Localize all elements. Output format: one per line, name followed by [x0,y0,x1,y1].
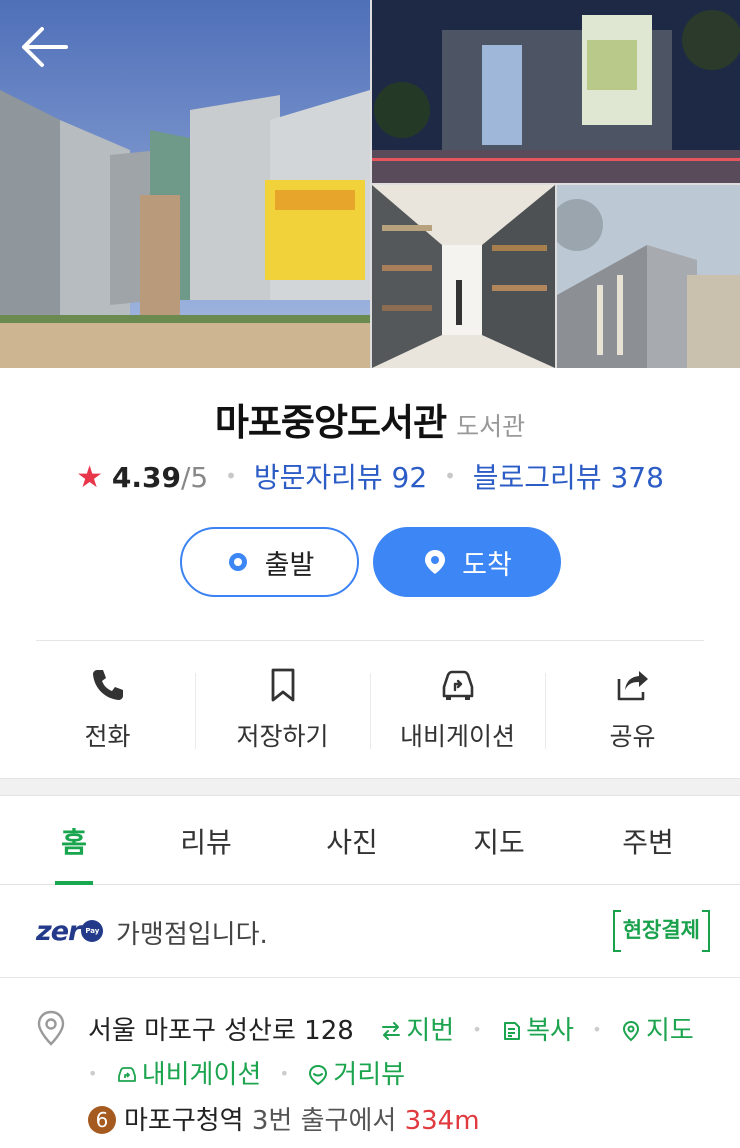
location-pin-icon [425,550,446,574]
tab-reviews[interactable]: 리뷰 [161,821,251,861]
subway-line-badge: 6 [88,1106,116,1134]
depart-label: 출발 [264,549,315,581]
separator-dot: • [88,1064,98,1083]
separator-dot: • [444,464,456,488]
phone-icon [92,670,123,700]
tab-photos[interactable]: 사진 [307,821,397,861]
separator-dot: • [592,1020,602,1039]
tab-map[interactable]: 지도 [454,821,544,861]
back-button[interactable] [20,24,70,70]
zeropay-row: zer Pay 가맹점입니다. 현장결제 [0,886,740,978]
zeropay-logo: zer Pay [36,916,104,947]
navigation-label: 내비게이션 [399,722,515,751]
active-tab-indicator [55,881,93,885]
separator-dot: • [279,1064,290,1083]
arrow-left-icon [22,27,68,67]
title-row: 마포중앙도서관 도서관 [0,392,740,446]
location-pin-icon [37,1010,65,1046]
share-action[interactable]: 공유 [545,665,720,755]
jibun-link[interactable]: 지번 [380,1016,454,1046]
address-line: 서울 마포구 성산로 128 지번 • 복사 • 지도 [88,1010,694,1047]
star-icon: ★ [76,460,103,495]
share-label: 공유 [609,722,656,751]
car-navigation-icon [442,670,473,700]
map-pin-icon [622,1020,639,1042]
tab-nearby[interactable]: 주변 [603,821,693,861]
call-label: 전화 [84,722,131,751]
action-row: 전화 저장하기 내비게이션 공유 [20,665,720,755]
zeropay-label: 가맹점입니다. [116,920,268,950]
onsite-payment-badge: 현장결제 [612,910,711,952]
streetview-link[interactable]: 거리뷰 [307,1060,405,1090]
rating-score: 4.39 [111,461,181,494]
separator-dot: • [472,1020,482,1039]
station-distance: 334m [404,1106,480,1136]
visitor-reviews-link[interactable]: 방문자리뷰 92 [254,461,427,494]
place-name: 마포중앙도서관 [214,401,447,444]
streetview-icon [309,1064,328,1086]
bookshelf-photo[interactable] [372,185,555,368]
navigation-link[interactable]: 내비게이션 [116,1060,261,1090]
map-link[interactable]: 지도 [620,1016,694,1046]
save-label: 저장하기 [236,722,329,751]
arrive-label: 도착 [462,549,512,581]
rating-max: /5 [180,461,209,494]
station-exit: 3번 출구에서 [251,1106,397,1136]
address-links-row: • 내비게이션 • 거리뷰 [88,1054,405,1091]
night-building-photo[interactable] [372,0,740,183]
arrive-button[interactable]: 도착 [373,527,561,597]
swap-icon [382,1022,401,1040]
transit-row: 6 마포구청역 3번 출구에서 334m [88,1100,480,1137]
navigation-action[interactable]: 내비게이션 [370,665,545,755]
station-name: 마포구청역 [124,1106,244,1136]
call-action[interactable]: 전화 [20,665,195,755]
road-address: 서울 마포구 성산로 128 [88,1016,354,1046]
divider [36,640,704,641]
bookmark-icon [271,668,294,702]
copy-link[interactable]: 복사 [500,1016,574,1046]
tab-bar: 홈 리뷰 사진 지도 주변 [0,797,740,885]
place-category: 도서관 [456,412,526,441]
share-icon [617,671,648,701]
car-navigation-icon [117,1067,136,1082]
copy-icon [504,1022,521,1040]
separator-dot: • [225,464,237,488]
photo-gallery[interactable] [0,0,740,368]
rating-row: ★ 4.39/5 • 방문자리뷰 92 • 블로그리뷰 378 [0,456,740,496]
depart-button[interactable]: 출발 [180,527,359,597]
tab-home[interactable]: 홈 [29,821,119,861]
origin-dot-icon [228,553,247,571]
blog-reviews-link[interactable]: 블로그리뷰 378 [473,461,664,494]
save-action[interactable]: 저장하기 [195,665,370,755]
exterior-photo[interactable] [557,185,740,368]
section-gap [0,778,740,796]
